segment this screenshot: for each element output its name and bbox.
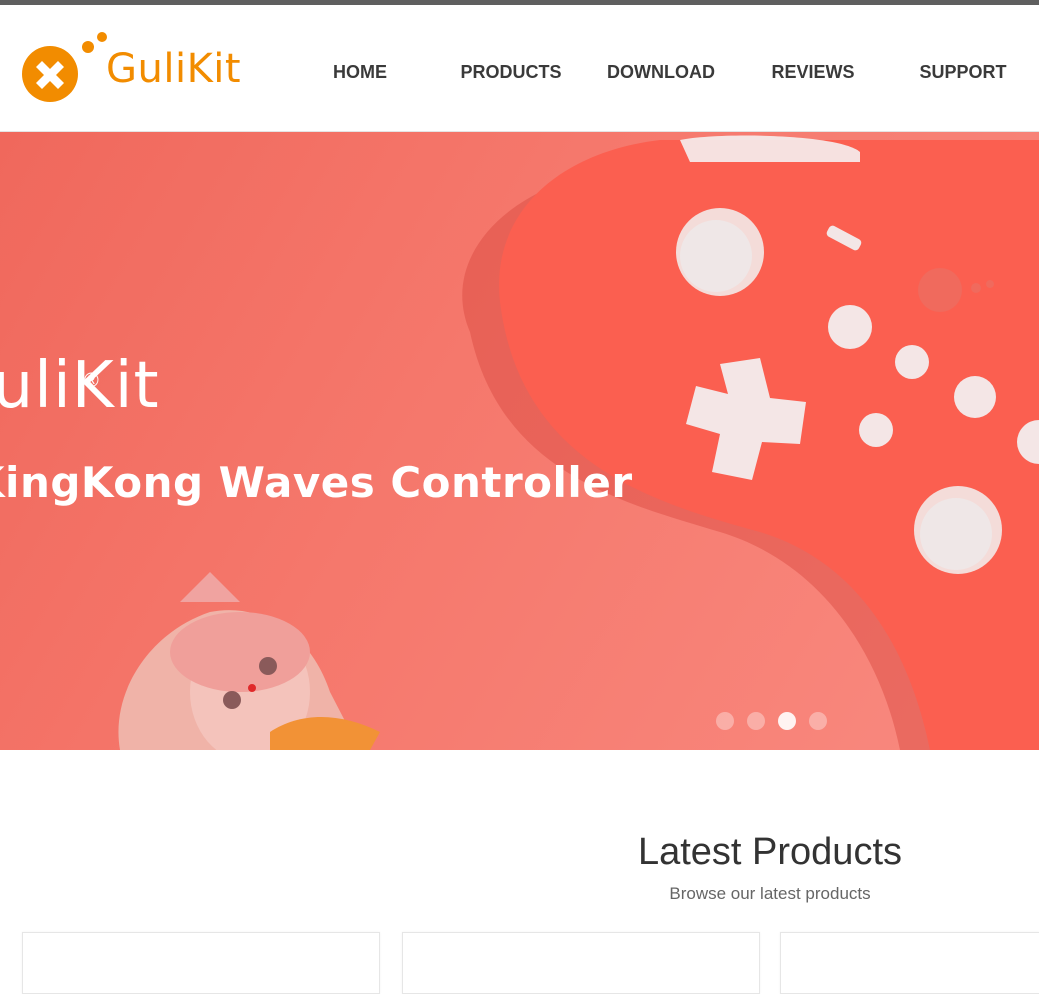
- product-card-3[interactable]: [780, 932, 1039, 994]
- nav-support[interactable]: SUPPORT: [910, 60, 1016, 84]
- latest-products-subtitle: Browse our latest products: [669, 884, 871, 903]
- carousel-dot-4[interactable]: [809, 712, 827, 730]
- latest-products-title: Latest Products: [637, 831, 903, 873]
- site-header: GuliKit HOME PRODUCTS DOWNLOAD REVIEWS S…: [0, 5, 1039, 132]
- carousel-dot-2[interactable]: [747, 712, 765, 730]
- nav-products[interactable]: PRODUCTS: [450, 60, 572, 84]
- carousel-dot-1[interactable]: [716, 712, 734, 730]
- nav-home[interactable]: HOME: [310, 60, 410, 84]
- nav-reviews[interactable]: REVIEWS: [760, 60, 866, 84]
- registered-mark: ®: [84, 370, 99, 392]
- carousel-dot-3[interactable]: [778, 712, 796, 730]
- product-card-1[interactable]: [22, 932, 380, 994]
- controller-illustration: [118, 135, 1039, 750]
- main-nav: HOME PRODUCTS DOWNLOAD REVIEWS SUPPORT: [0, 5, 1039, 131]
- nav-download[interactable]: DOWNLOAD: [600, 60, 722, 84]
- product-card-2[interactable]: [402, 932, 760, 994]
- hero-tagline: KingKong Waves Controller: [0, 458, 633, 507]
- hero-brand-text: GuliKit: [0, 349, 160, 423]
- hero-banner[interactable]: GuliKit ® KingKong Waves Controller: [0, 132, 1039, 750]
